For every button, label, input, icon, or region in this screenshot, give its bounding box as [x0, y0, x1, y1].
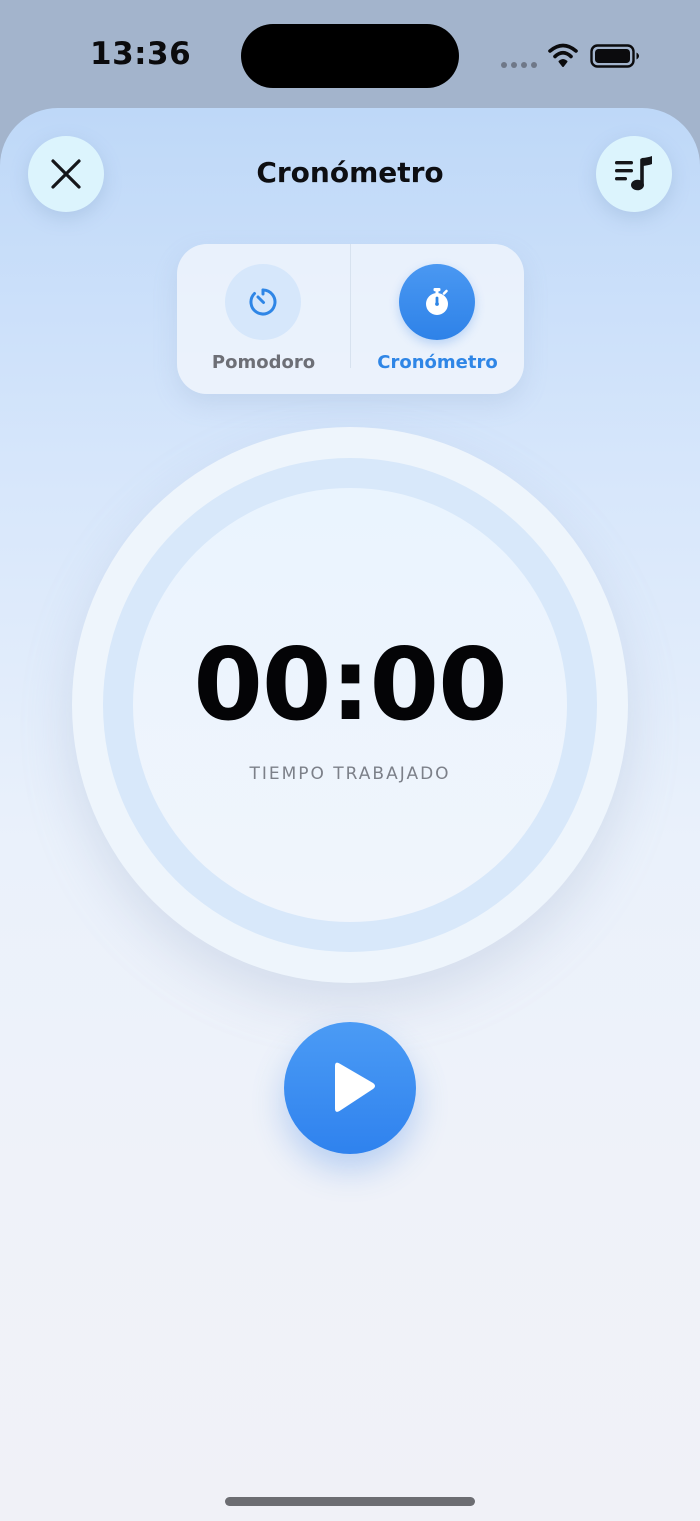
battery-icon — [590, 44, 639, 68]
mode-icon-circle — [399, 264, 475, 340]
status-time: 13:36 — [90, 36, 192, 72]
mode-option-pomodoro[interactable]: Pomodoro — [177, 244, 350, 394]
mode-icon-circle — [225, 264, 301, 340]
mode-option-cronometro[interactable]: Cronómetro — [351, 244, 524, 394]
play-button[interactable] — [284, 1022, 416, 1154]
mode-selector: Pomodoro Cronómetro — [177, 244, 524, 394]
page-title: Cronómetro — [256, 156, 444, 189]
music-queue-icon — [615, 156, 652, 191]
timer-caption: TIEMPO TRABAJADO — [249, 764, 451, 784]
mode-label-cronometro: Cronómetro — [377, 352, 498, 373]
timer-display: 00:00 — [193, 626, 507, 743]
stopwatch-icon — [426, 288, 448, 315]
play-icon — [335, 1062, 375, 1112]
wifi-icon — [548, 43, 578, 67]
timer-face: 00:00 TIEMPO TRABAJADO — [133, 488, 567, 922]
dynamic-island — [241, 24, 459, 88]
timer-icon — [249, 288, 277, 316]
timer-progress-ring: 00:00 TIEMPO TRABAJADO — [103, 458, 597, 952]
signal-dots-icon — [501, 62, 537, 68]
stopwatch-sheet: Cronómetro Pomodoro Cronómetro 00:00 TIE… — [0, 108, 700, 1521]
status-bar: 13:36 — [0, 0, 700, 108]
home-indicator — [225, 1497, 475, 1506]
music-queue-button[interactable] — [596, 136, 672, 212]
timer-dial: 00:00 TIEMPO TRABAJADO — [72, 427, 628, 983]
mode-label-pomodoro: Pomodoro — [211, 352, 316, 373]
